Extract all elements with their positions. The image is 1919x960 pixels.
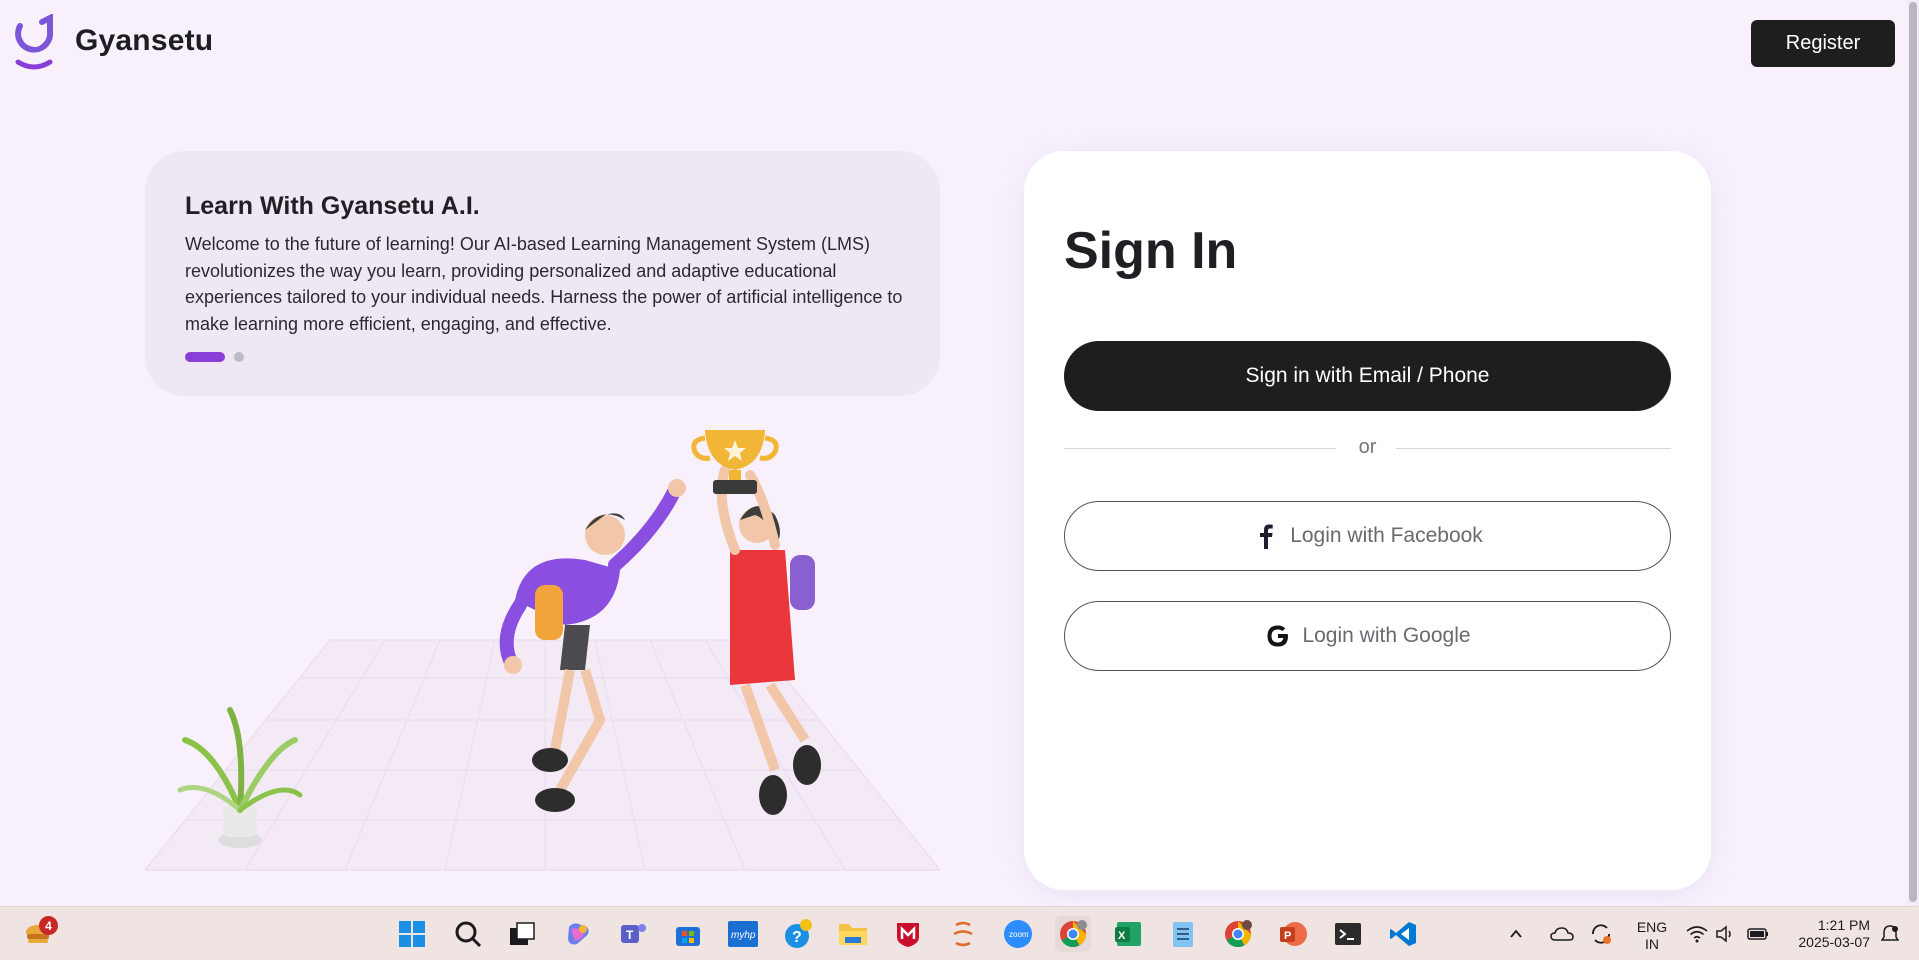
mcafee-icon[interactable]	[890, 916, 926, 952]
teams-icon[interactable]: T	[615, 916, 651, 952]
region-code: IN	[1645, 936, 1659, 952]
svg-text:X: X	[1118, 930, 1126, 942]
wifi-icon[interactable]	[1684, 916, 1710, 952]
facebook-icon	[1252, 522, 1280, 550]
notepad-icon[interactable]	[1165, 916, 1201, 952]
powerpoint-icon[interactable]: P	[1275, 916, 1311, 952]
info-title: Learn With Gyansetu A.I.	[185, 192, 480, 220]
excel-icon[interactable]: X	[1110, 916, 1146, 952]
chrome-icon[interactable]	[1055, 916, 1091, 952]
brand-name[interactable]: Gyansetu	[75, 24, 213, 58]
clock[interactable]: 1:21 PM 2025-03-07	[1780, 917, 1870, 951]
svg-text:?: ?	[792, 929, 802, 946]
microsoft-store-icon[interactable]	[670, 916, 706, 952]
get-help-icon[interactable]: ?	[780, 916, 816, 952]
clock-date: 2025-03-07	[1798, 934, 1870, 950]
windows-taskbar: 4 T myhp ? zoom X P ENG IN 1:21 PM 2025-…	[0, 906, 1919, 960]
google-icon	[1264, 622, 1292, 650]
signin-card: Sign In Sign in with Email / Phone or Lo…	[1024, 151, 1711, 890]
divider-line	[1396, 448, 1671, 449]
carousel-dot[interactable]	[234, 352, 244, 362]
app-icon[interactable]	[945, 916, 981, 952]
header: Gyansetu Register	[0, 0, 1919, 88]
copilot-icon[interactable]	[560, 916, 596, 952]
language-indicator[interactable]: ENG IN	[1632, 919, 1672, 953]
chrome-profile-icon[interactable]	[1220, 916, 1256, 952]
svg-text:zoom: zoom	[1009, 930, 1029, 939]
svg-text:T: T	[626, 928, 634, 942]
trophy-icon	[691, 430, 779, 494]
myhp-icon[interactable]: myhp	[725, 916, 761, 952]
students-trophy-illustration	[145, 430, 940, 871]
signin-title: Sign In	[1064, 222, 1238, 280]
notification-badge: 4	[39, 916, 58, 935]
or-divider: or	[1064, 433, 1671, 463]
battery-icon[interactable]	[1744, 916, 1772, 952]
gyansetu-logo-icon[interactable]	[14, 14, 54, 70]
task-view-icon[interactable]	[504, 916, 540, 952]
file-explorer-icon[interactable]	[835, 916, 871, 952]
notification-bell-icon[interactable]	[1877, 916, 1903, 952]
onedrive-icon[interactable]	[1548, 916, 1576, 952]
info-carousel: Learn With Gyansetu A.I. Welcome to the …	[145, 151, 940, 396]
facebook-login-button[interactable]: Login with Facebook	[1064, 501, 1671, 571]
register-button[interactable]: Register	[1751, 20, 1895, 67]
volume-icon[interactable]	[1712, 916, 1738, 952]
search-icon[interactable]	[450, 916, 486, 952]
chevron-up-icon[interactable]	[1504, 916, 1528, 952]
svg-text:myhp: myhp	[731, 930, 756, 941]
google-login-label: Login with Google	[1302, 624, 1471, 647]
page-scrollbar[interactable]	[1907, 0, 1919, 906]
facebook-login-label: Login with Facebook	[1290, 524, 1483, 547]
sync-icon[interactable]	[1587, 916, 1615, 952]
google-login-button[interactable]: Login with Google	[1064, 601, 1671, 671]
windows-start-icon[interactable]	[394, 916, 430, 952]
language-code: ENG	[1636, 919, 1668, 935]
clock-time: 1:21 PM	[1817, 917, 1870, 933]
signin-email-phone-button[interactable]: Sign in with Email / Phone	[1064, 341, 1671, 411]
info-description: Welcome to the future of learning! Our A…	[185, 234, 903, 334]
scrollbar-thumb[interactable]	[1909, 2, 1917, 902]
zoom-icon[interactable]: zoom	[1000, 916, 1036, 952]
vscode-icon[interactable]	[1385, 916, 1421, 952]
svg-text:P: P	[1284, 930, 1291, 942]
carousel-dot-active[interactable]	[185, 352, 225, 362]
terminal-icon[interactable]	[1330, 916, 1366, 952]
